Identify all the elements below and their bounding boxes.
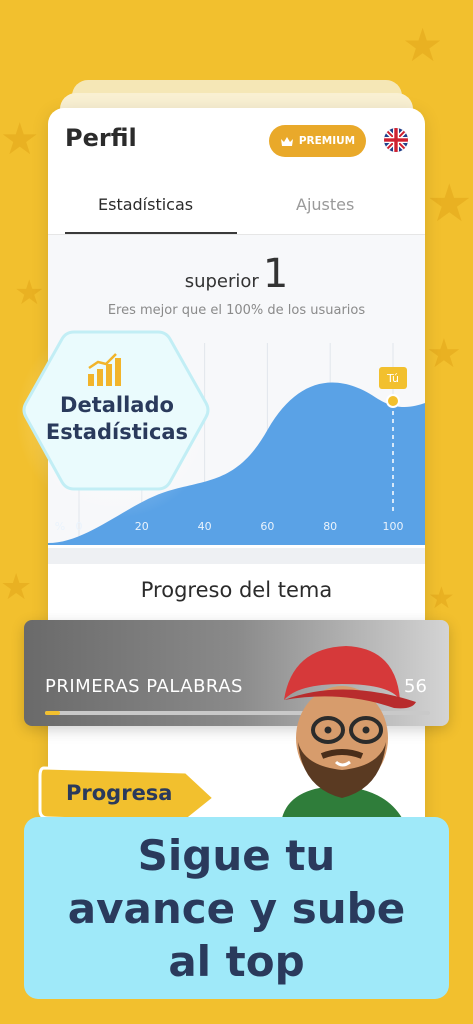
stats-badge-label: Detallado Estadísticas [22, 392, 212, 446]
premium-button[interactable]: PREMIUM [269, 125, 366, 157]
background-star: ★ [402, 18, 444, 72]
tab-estadisticas[interactable]: Estadísticas [98, 195, 193, 214]
tab-bar: Estadísticas Ajustes [48, 178, 425, 235]
background-star: ★ [426, 174, 473, 234]
background-star: ★ [426, 331, 462, 377]
background-star: ★ [0, 567, 33, 608]
tab-ajustes[interactable]: Ajustes [296, 195, 354, 214]
crown-icon [280, 136, 293, 146]
premium-label: PREMIUM [298, 135, 356, 147]
promo-line1: Sigue tu [137, 830, 336, 880]
badge-line2: Estadísticas [45, 420, 189, 444]
section-title: Progreso del tema [140, 578, 333, 602]
promo-headline: Sigue tu avance y sube al top [24, 817, 449, 999]
user-marker-dot [386, 394, 400, 408]
section-divider [48, 548, 425, 564]
bar-chart-icon [88, 353, 121, 386]
promo-line2: avance y sube [67, 883, 406, 933]
topic-progress-fill [45, 711, 61, 715]
uk-flag-icon[interactable] [384, 128, 408, 152]
chart-tick-label: % [55, 520, 65, 533]
background-star: ★ [14, 273, 45, 313]
badge-line1: Detallado [60, 393, 174, 417]
rank-subtitle: Eres mejor que el 100% de los usuarios [107, 303, 366, 318]
user-marker-label: Tú [386, 372, 399, 385]
avatar [282, 646, 416, 818]
promo-banner: Sigue tu avance y sube al top [24, 817, 449, 999]
page-title: Perfil [65, 124, 137, 152]
progress-tag-label: Progresa [66, 781, 173, 805]
chart-tick-label: 60 [260, 520, 274, 533]
chart-tick-label: 80 [323, 520, 337, 533]
chart-tick-label: 40 [198, 520, 212, 533]
chart-tick-label: 0 [76, 520, 83, 533]
chart-tick-label: 20 [135, 520, 149, 533]
promo-line3: al top [168, 936, 305, 986]
rank-heading: superior 1 [48, 251, 425, 297]
rank-label: superior [184, 271, 259, 292]
topic-label: PRIMERAS PALABRAS [45, 676, 243, 697]
chart-tick-label: 100 [383, 520, 404, 533]
active-tab-indicator [65, 232, 237, 234]
rank-value: 1 [262, 251, 289, 297]
background-star: ★ [428, 581, 455, 616]
background-star: ★ [0, 114, 40, 165]
